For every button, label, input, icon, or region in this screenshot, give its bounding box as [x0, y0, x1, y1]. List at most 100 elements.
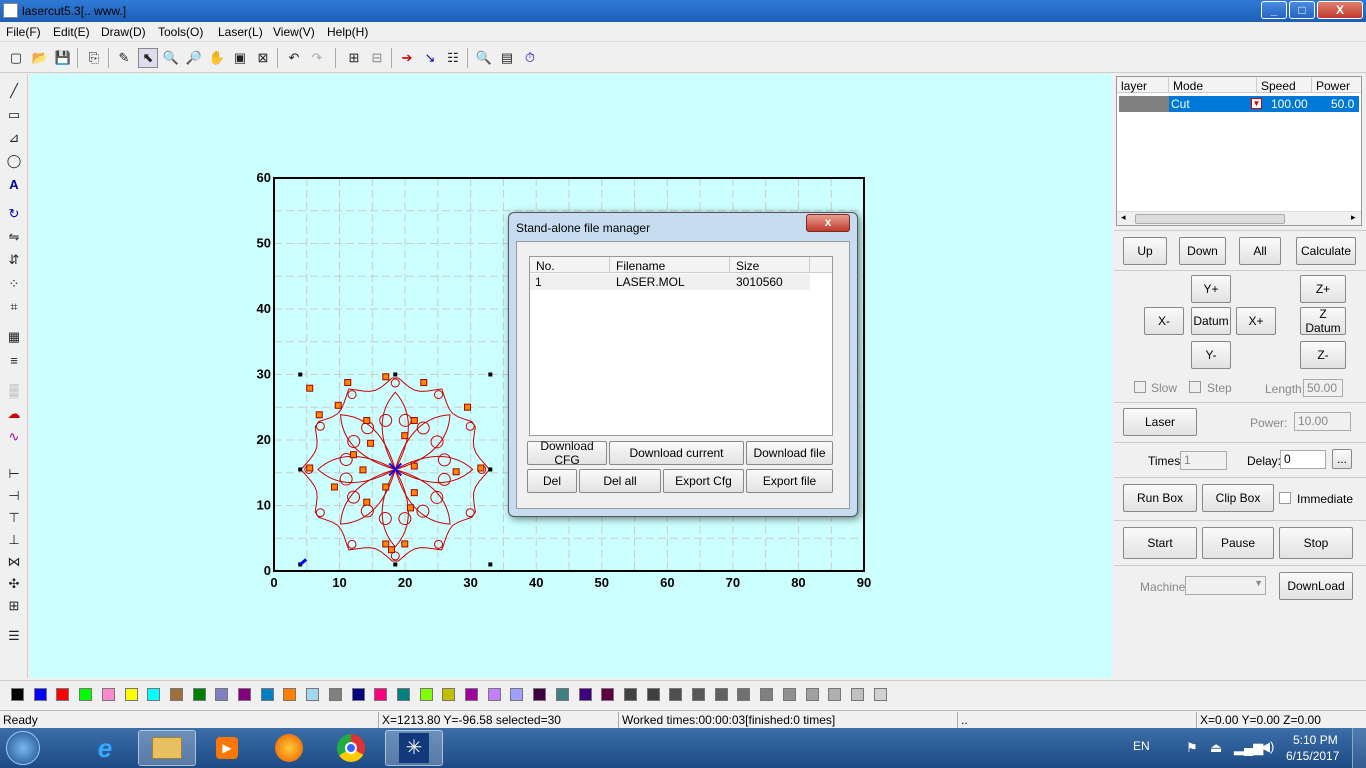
layers-icon[interactable]: ☰: [4, 626, 24, 646]
scroll-left-icon[interactable]: ◂: [1121, 212, 1126, 223]
file-explorer-icon[interactable]: [138, 730, 196, 766]
align-center-icon[interactable]: ⊣: [4, 486, 24, 506]
export-cfg-button[interactable]: Export Cfg: [663, 469, 744, 493]
color-swatch[interactable]: [555, 688, 569, 701]
delay-input[interactable]: 0: [1280, 450, 1326, 469]
slow-checkbox[interactable]: [1134, 381, 1146, 393]
start-button[interactable]: Start: [1123, 527, 1197, 559]
size-header[interactable]: Size: [729, 257, 759, 273]
y-minus-button[interactable]: Y-: [1191, 341, 1231, 369]
layer-row[interactable]: Cut ▼ 100.00 50.0: [1119, 96, 1359, 112]
x-minus-button[interactable]: X-: [1144, 307, 1184, 335]
select-icon[interactable]: ⬉: [138, 48, 158, 68]
brush-icon[interactable]: ✎: [114, 48, 134, 68]
undo-icon[interactable]: ↶: [284, 48, 304, 68]
menu-help[interactable]: Help(H): [327, 25, 368, 39]
color-swatch[interactable]: [873, 688, 887, 701]
align-left-icon[interactable]: ⊢: [4, 464, 24, 484]
color-swatch[interactable]: [646, 688, 660, 701]
file-row[interactable]: 1 LASER.MOL 3010560: [530, 274, 810, 290]
color-swatch[interactable]: [714, 688, 728, 701]
cut-direction-icon[interactable]: ➔: [397, 48, 417, 68]
group-icon[interactable]: ⊞: [344, 48, 364, 68]
color-swatch[interactable]: [11, 688, 24, 701]
color-swatch[interactable]: [328, 688, 342, 701]
color-swatch[interactable]: [306, 688, 320, 701]
color-swatch[interactable]: [374, 688, 388, 701]
language-indicator[interactable]: EN: [1133, 739, 1150, 753]
align-top-icon[interactable]: ⊤: [4, 508, 24, 528]
download-current-button[interactable]: Download current: [609, 441, 744, 465]
volume-icon[interactable]: ◀): [1260, 739, 1274, 755]
color-swatch[interactable]: [33, 688, 47, 701]
ellipse-icon[interactable]: ◯: [4, 151, 24, 171]
usb-icon[interactable]: ⏏: [1210, 740, 1222, 756]
no-header[interactable]: No.: [536, 259, 555, 273]
calculate-button[interactable]: Calculate: [1296, 237, 1356, 265]
zoom-page-icon[interactable]: ▣: [230, 48, 250, 68]
cloud-icon[interactable]: ☁: [4, 404, 24, 424]
color-swatch[interactable]: [465, 688, 478, 701]
menu-file[interactable]: File(F): [6, 25, 41, 39]
layer-scrollbar[interactable]: ◂ ▸: [1117, 211, 1361, 225]
layer-mode[interactable]: Cut: [1171, 97, 1190, 111]
color-swatch[interactable]: [850, 688, 864, 701]
color-swatch[interactable]: [238, 688, 251, 701]
hatch-icon[interactable]: ▒: [4, 380, 24, 400]
color-swatch[interactable]: [56, 688, 70, 701]
align-bottom-icon[interactable]: ⊥: [4, 530, 24, 550]
align-icon[interactable]: ≡: [4, 350, 24, 370]
filename-header[interactable]: Filename: [609, 257, 665, 273]
color-swatch[interactable]: [260, 688, 274, 701]
start-point-icon[interactable]: ↘: [420, 48, 440, 68]
internet-explorer-icon[interactable]: e: [76, 730, 134, 766]
center-h-icon[interactable]: ⋈: [4, 552, 24, 572]
dialog-close-button[interactable]: x: [806, 214, 850, 232]
color-swatch[interactable]: [215, 688, 229, 701]
firefox-icon[interactable]: [260, 730, 318, 766]
run-box-button[interactable]: Run Box: [1123, 484, 1197, 512]
grid-icon[interactable]: ▦: [4, 327, 24, 347]
z-datum-button[interactable]: Z Datum: [1300, 307, 1346, 335]
del-button[interactable]: Del: [527, 469, 577, 493]
times-input[interactable]: 1: [1180, 451, 1227, 470]
scroll-right-icon[interactable]: ▸: [1351, 212, 1356, 223]
file-list[interactable]: No. Filename Size 1 LASER.MOL 3010560: [529, 256, 833, 436]
color-swatch[interactable]: [737, 688, 751, 701]
close-button[interactable]: X: [1317, 1, 1363, 19]
mirror-h-icon[interactable]: ⇋: [4, 227, 24, 247]
color-swatch[interactable]: [805, 688, 819, 701]
preview-icon[interactable]: 🔍: [474, 48, 494, 68]
curve-icon[interactable]: ∿: [4, 427, 24, 447]
color-swatch[interactable]: [147, 688, 161, 701]
immediate-checkbox[interactable]: [1279, 492, 1291, 504]
del-all-button[interactable]: Del all: [579, 469, 661, 493]
color-swatch[interactable]: [510, 688, 524, 701]
node-edit-icon[interactable]: ⁘: [4, 274, 24, 294]
delay-browse-button[interactable]: ...: [1332, 449, 1352, 469]
down-button[interactable]: Down: [1179, 237, 1226, 265]
color-swatch[interactable]: [760, 688, 774, 701]
z-plus-button[interactable]: Z+: [1300, 275, 1346, 303]
lasercut-icon[interactable]: ✳: [385, 730, 443, 766]
windows-start-icon[interactable]: [6, 731, 40, 765]
menu-laser[interactable]: Laser(L): [218, 25, 263, 39]
color-swatch[interactable]: [79, 688, 93, 701]
media-player-icon[interactable]: ▶: [198, 730, 256, 766]
zoom-fit-icon[interactable]: ⊠: [253, 48, 273, 68]
color-swatch[interactable]: [124, 688, 138, 701]
color-swatch[interactable]: [782, 688, 796, 701]
import-icon[interactable]: ⎘: [84, 48, 104, 68]
color-swatch[interactable]: [533, 688, 547, 701]
array-icon[interactable]: ☷: [443, 48, 463, 68]
menu-view[interactable]: View(V): [273, 25, 315, 39]
text-icon[interactable]: A: [4, 174, 24, 194]
step-checkbox[interactable]: [1189, 381, 1201, 393]
menu-tools[interactable]: Tools(O): [158, 25, 203, 39]
signal-icon[interactable]: ▂▄▆: [1234, 740, 1263, 756]
datum-button[interactable]: Datum: [1191, 307, 1231, 335]
color-swatch[interactable]: [192, 688, 206, 701]
crop-icon[interactable]: ⌗: [4, 297, 24, 317]
color-swatch[interactable]: [487, 688, 501, 701]
color-swatch[interactable]: [578, 688, 592, 701]
